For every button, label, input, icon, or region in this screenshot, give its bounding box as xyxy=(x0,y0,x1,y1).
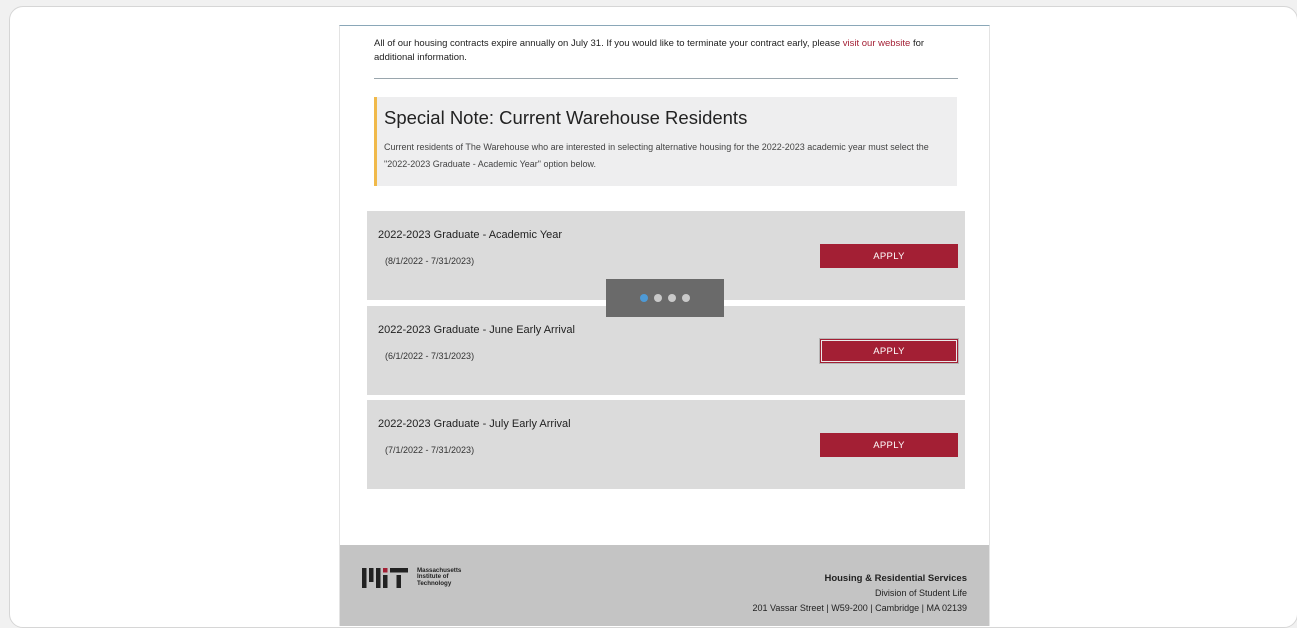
option-title: 2022-2023 Graduate - July Early Arrival xyxy=(378,418,571,430)
loading-dot-icon xyxy=(640,294,648,302)
loading-dot-icon xyxy=(682,294,690,302)
department-info: Housing & Residential Services Division … xyxy=(753,571,967,616)
loading-dot-icon xyxy=(668,294,676,302)
department-name: Housing & Residential Services xyxy=(824,573,967,584)
mit-wordmark-line: Technology xyxy=(417,579,452,587)
apply-button-june-early-arrival[interactable]: APPLY xyxy=(820,339,958,363)
department-address: 201 Vassar Street | W59-200 | Cambridge … xyxy=(752,603,967,613)
special-note-title: Special Note: Current Warehouse Resident… xyxy=(384,107,748,128)
mit-wordmark: Massachusetts Institute of Technology xyxy=(417,567,461,587)
section-divider xyxy=(374,78,958,79)
option-card-july-early-arrival: 2022-2023 Graduate - July Early Arrival … xyxy=(367,400,965,489)
visit-website-link[interactable]: visit our website xyxy=(843,38,911,49)
option-dates: (8/1/2022 - 7/31/2023) xyxy=(385,256,475,266)
option-title: 2022-2023 Graduate - Academic Year xyxy=(378,229,563,241)
division-name: Division of Student Life xyxy=(874,588,967,598)
special-note-body: Current residents of The Warehouse who a… xyxy=(384,142,929,169)
browser-frame: All of our housing contracts expire annu… xyxy=(9,6,1297,628)
option-dates: (7/1/2022 - 7/31/2023) xyxy=(385,445,475,455)
housing-page: All of our housing contracts expire annu… xyxy=(339,25,990,626)
mit-logo-icon xyxy=(362,568,408,588)
option-dates: (6/1/2022 - 7/31/2023) xyxy=(385,351,475,361)
option-card-june-early-arrival: 2022-2023 Graduate - June Early Arrival … xyxy=(367,306,965,395)
apply-button-academic-year[interactable]: APPLY xyxy=(820,244,958,268)
special-note-box: Special Note: Current Warehouse Resident… xyxy=(374,97,957,186)
intro-text-start: All of our housing contracts expire annu… xyxy=(374,38,843,49)
mit-logo: Massachusetts Institute of Technology xyxy=(362,567,461,588)
apply-button-july-early-arrival[interactable]: APPLY xyxy=(820,433,958,457)
loading-dot-icon xyxy=(654,294,662,302)
page-footer: Massachusetts Institute of Technology Ho… xyxy=(340,545,989,626)
loading-indicator xyxy=(606,279,724,317)
intro-paragraph: All of our housing contracts expire annu… xyxy=(374,37,934,65)
option-title: 2022-2023 Graduate - June Early Arrival xyxy=(378,324,575,336)
